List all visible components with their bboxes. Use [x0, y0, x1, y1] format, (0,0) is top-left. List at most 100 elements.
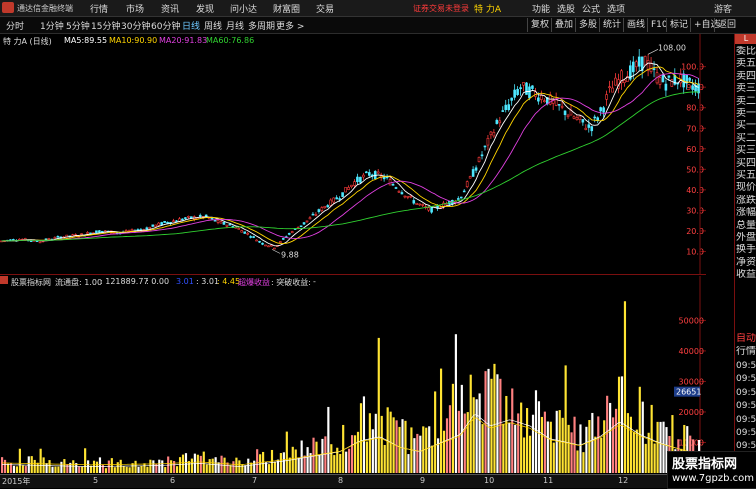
volume-bar: [48, 460, 51, 473]
period-tab[interactable]: 月线: [226, 19, 244, 32]
volume-bar: [294, 449, 297, 473]
volume-bar: [395, 420, 398, 473]
volume-bar: [128, 467, 131, 473]
right-menu-item[interactable]: 功能: [532, 2, 550, 15]
volume-bar: [368, 413, 371, 473]
candle-body: [611, 87, 614, 93]
volume-bar: [178, 457, 182, 473]
candle-body: [148, 226, 152, 229]
candle-body: [95, 230, 98, 234]
menu-item[interactable]: 资讯: [161, 2, 179, 15]
menu-item[interactable]: 行情: [90, 2, 108, 15]
volume-bar: [134, 460, 137, 473]
draw-line-button[interactable]: 画线: [623, 18, 648, 32]
back-button[interactable]: 返回: [714, 18, 739, 32]
menu-item[interactable]: 问小达: [230, 2, 257, 15]
menu-item[interactable]: 交易: [316, 2, 334, 15]
volume-bar: [27, 456, 30, 473]
period-tab[interactable]: 分时: [6, 19, 24, 32]
ma5-line: [1, 62, 699, 247]
volume-bar: [3, 459, 7, 473]
candle-body: [35, 240, 39, 242]
candlestick-chart[interactable]: 100.090.080.070.060.050.040.030.020.010.…: [0, 34, 706, 274]
menu-item[interactable]: 市场: [126, 2, 144, 15]
period-tab[interactable]: 5分钟: [66, 19, 90, 32]
volume-bar: [588, 420, 591, 473]
volume-bar: [51, 466, 54, 473]
candle-body: [584, 127, 588, 130]
volume-bar: [211, 458, 214, 473]
volume-bar: [585, 426, 588, 473]
period-tab[interactable]: 1分钟: [40, 19, 64, 32]
period-tab[interactable]: 60分钟: [151, 19, 180, 32]
candle-body: [427, 207, 430, 211]
volume-bar: [21, 465, 24, 473]
right-menu-item[interactable]: 选项: [607, 2, 625, 15]
volume-bar: [537, 401, 541, 473]
candle-body: [471, 169, 475, 177]
watermark: 股票指标网 www.7gpzb.com: [667, 451, 756, 489]
period-tab[interactable]: 更多 >: [276, 19, 304, 32]
volume-bar: [297, 458, 300, 473]
candle-body: [563, 110, 567, 116]
menu-item[interactable]: 发现: [196, 2, 214, 15]
restore-rights-button[interactable]: 复权: [527, 18, 552, 32]
candle-body: [314, 213, 318, 216]
candle-body: [495, 119, 499, 124]
candle-body: [388, 179, 392, 186]
volume-bar: [614, 408, 618, 473]
guest-label[interactable]: 游客: [714, 2, 732, 15]
menu-item[interactable]: 财富圈: [273, 2, 300, 15]
volume-bar: [576, 450, 579, 473]
period-tab[interactable]: 30分钟: [121, 19, 150, 32]
multi-stock-button[interactable]: 多股: [575, 18, 600, 32]
period-tab[interactable]: 多周期: [248, 19, 275, 32]
volume-bar: [561, 417, 564, 473]
volume-bar: [187, 461, 191, 473]
candle-body: [151, 224, 155, 227]
quote-field-label: 买一: [736, 120, 756, 132]
volume-bar: [398, 426, 401, 473]
volume-bar: [419, 435, 422, 473]
chart-divider: [0, 274, 706, 275]
date-label: 10: [484, 476, 495, 485]
candle-body: [222, 222, 226, 225]
volume-bar: [564, 365, 567, 473]
overlay-button[interactable]: 叠加: [551, 18, 576, 32]
period-tab[interactable]: 周线: [204, 19, 222, 32]
right-menu-item[interactable]: 选股: [557, 2, 575, 15]
candle-body: [412, 200, 416, 204]
login-warning[interactable]: 证券交易未登录: [413, 3, 469, 14]
volume-bar: [644, 443, 647, 473]
candle-body: [477, 156, 481, 162]
volume-bar: [54, 466, 57, 473]
candle-body: [649, 62, 653, 72]
volume-bar: [57, 466, 60, 473]
app-logo-icon: [2, 2, 14, 13]
candle-body: [353, 181, 356, 186]
quote-label[interactable]: 行情: [736, 346, 756, 358]
volume-bar: [445, 418, 449, 473]
period-tab[interactable]: 15分钟: [91, 19, 120, 32]
quote-field-label: 涨幅: [736, 207, 756, 219]
y-axis-label: 40.0: [686, 186, 704, 195]
volume-bar: [250, 462, 253, 473]
candle-body: [356, 176, 359, 183]
candle-body: [468, 176, 472, 179]
candle-body: [519, 87, 522, 90]
period-tab-active[interactable]: 日线: [182, 19, 200, 32]
volume-bar: [33, 459, 36, 473]
candle-body: [465, 181, 469, 188]
volume-bar: [520, 402, 523, 473]
mark-button[interactable]: 标记: [666, 18, 691, 32]
candle-body: [572, 116, 576, 119]
volume-bar: [72, 460, 75, 473]
volume-bar: [466, 412, 469, 473]
candle-body: [658, 77, 662, 85]
auto-label[interactable]: 自动: [736, 333, 756, 345]
volume-chart[interactable]: 500004000030000200001000026651: [0, 276, 706, 474]
right-menu-item[interactable]: 公式: [582, 2, 600, 15]
statistics-button[interactable]: 统计: [599, 18, 624, 32]
volume-bar: [60, 461, 63, 473]
volume-bar: [176, 466, 179, 473]
